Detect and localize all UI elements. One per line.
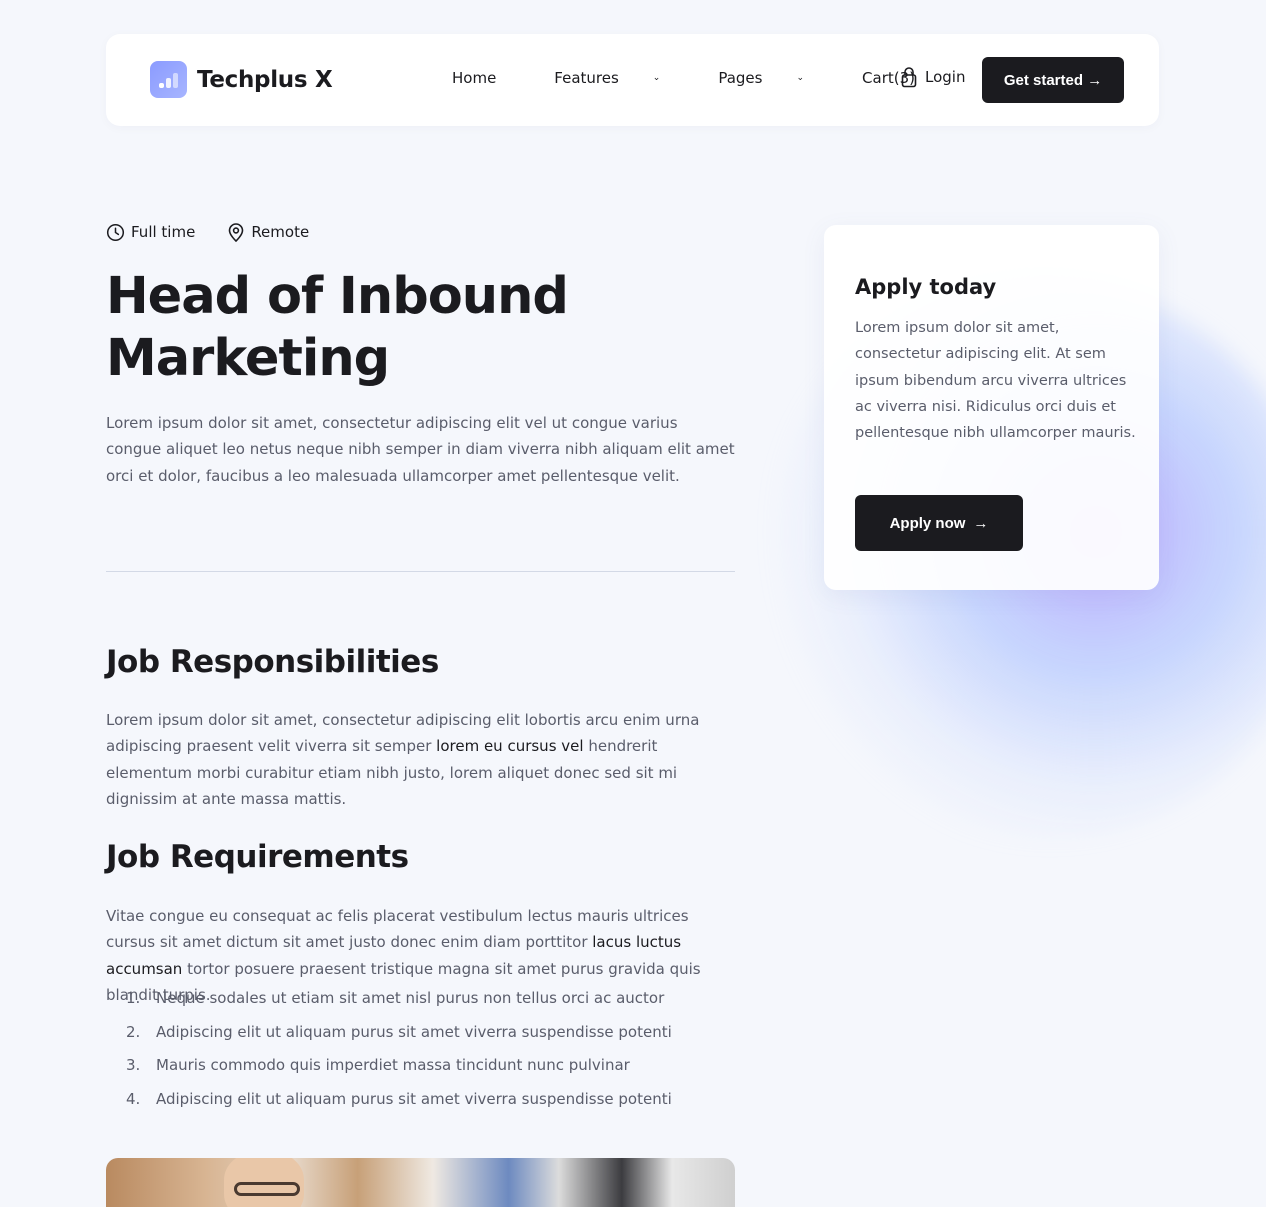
chevron-down-icon: ⌄	[796, 73, 805, 83]
divider	[106, 571, 735, 572]
logo-bars-icon	[150, 61, 187, 98]
job-intro: Lorem ipsum dolor sit amet, consectetur …	[106, 414, 735, 485]
apply-title: Apply today	[855, 275, 997, 299]
apply-now-button[interactable]: Apply now →	[855, 495, 1023, 551]
nav-pages[interactable]: Pages ⌄	[718, 69, 833, 87]
brand-logo[interactable]: Techplus X	[150, 61, 333, 98]
apply-now-label: Apply now	[889, 514, 966, 532]
nav-features-label: Features	[554, 69, 619, 87]
list-item-number: 3.	[126, 1056, 141, 1074]
location-pin-icon	[229, 223, 244, 242]
list-item-number: 2.	[126, 1022, 141, 1041]
list-item-text: Adipiscing elit ut aliquam purus sit ame…	[156, 1089, 672, 1108]
list-item-number: 4.	[126, 1089, 141, 1108]
glasses	[234, 1182, 300, 1196]
get-started-button[interactable]: Get started →	[982, 57, 1124, 103]
brand-name: Techplus X	[197, 66, 333, 93]
responsibilities-text: Lorem ipsum dolor sit amet, consectetur …	[106, 707, 736, 812]
lock-icon	[901, 67, 917, 88]
site-header: Techplus X Home Features ⌄ Pages ⌄ Cart(3)…	[106, 34, 1159, 126]
arrow-right-icon: →	[1087, 71, 1103, 89]
responsibilities-heading: Job Responsibilities	[106, 644, 439, 680]
list-item: 1. Neque sodales ut etiam sit amet nisl p…	[126, 989, 746, 1023]
login-label: Login	[925, 68, 966, 86]
requirements-heading: Job Requirements	[106, 839, 409, 875]
apply-card: Apply today Lorem ipsum dolor sit amet, …	[824, 225, 1159, 590]
login-link[interactable]: Login	[901, 66, 965, 88]
list-item-number: 1.	[126, 989, 141, 1007]
nav-home-label: Home	[452, 69, 497, 87]
list-item: 3. Mauris commodo quis imperdiet massa ti…	[126, 1056, 746, 1090]
nav-home[interactable]: Home	[452, 69, 525, 87]
chevron-down-icon: ⌄	[652, 73, 661, 83]
page-title: Head of Inbound Marketing	[106, 267, 569, 388]
team-photo	[106, 1158, 735, 1207]
apply-text: Lorem ipsum dolor sit amet, consectetur …	[855, 320, 1136, 442]
requirements-list: 1. Neque sodales ut etiam sit amet nisl p…	[126, 989, 746, 1123]
list-item-text: Mauris commodo quis imperdiet massa tinc…	[156, 1056, 630, 1074]
list-item: 4. Adipiscing elit ut aliquam purus sit a…	[126, 1090, 746, 1124]
nav-pages-label: Pages	[718, 69, 763, 87]
job-location-label: Remote	[251, 223, 310, 241]
clock-icon	[106, 223, 125, 241]
job-meta: Full time Remote	[106, 222, 341, 242]
job-type: Full time	[106, 222, 195, 242]
nav-features[interactable]: Features ⌄	[554, 69, 689, 87]
list-item-text: Adipiscing elit ut aliquam purus sit ame…	[156, 1022, 672, 1041]
get-started-label: Get started	[1003, 71, 1084, 89]
arrow-right-icon: →	[973, 514, 989, 532]
job-type-label: Full time	[131, 223, 196, 241]
list-item-text: Neque sodales ut etiam sit amet nisl pur…	[156, 989, 665, 1007]
responsibilities-highlight: lorem eu cursus vel	[436, 737, 584, 756]
job-location: Remote	[227, 222, 309, 242]
main-nav: Home Features ⌄ Pages ⌄ Cart(3)	[452, 69, 973, 87]
list-item: 2. Adipiscing elit ut aliquam purus sit a…	[126, 1023, 746, 1057]
